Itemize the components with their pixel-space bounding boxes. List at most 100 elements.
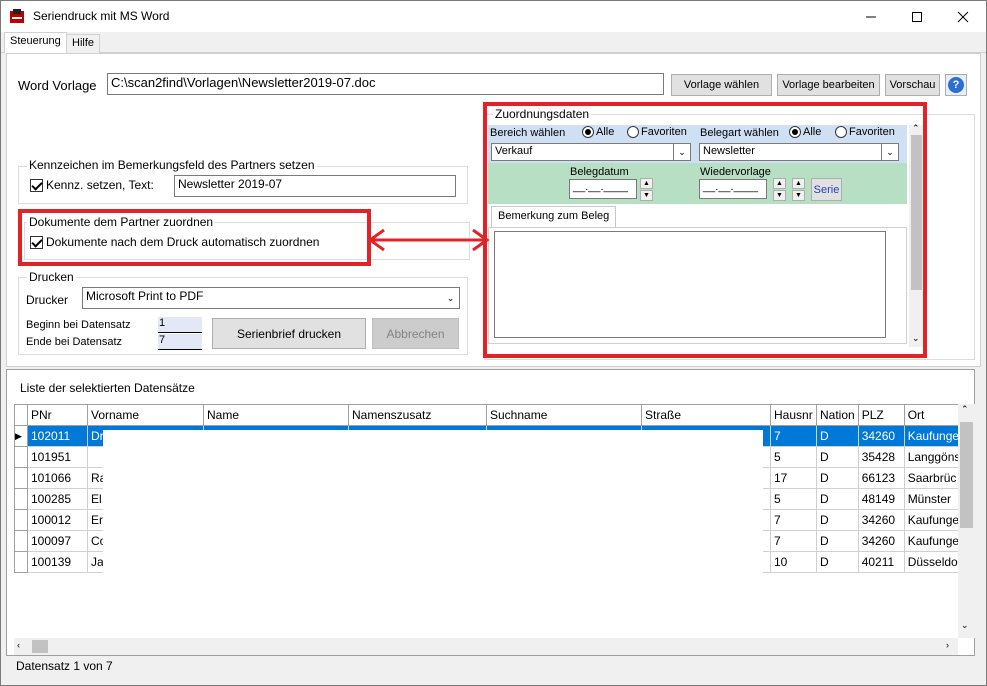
cell-hausnr: 7 <box>770 509 817 531</box>
col-ort[interactable]: Ort <box>903 404 965 426</box>
chevron-down-icon[interactable]: ⌄ <box>961 620 969 631</box>
cell-hausnr: 7 <box>770 530 817 552</box>
drucker-label: Drucker <box>26 293 69 307</box>
col-name[interactable]: Name <box>203 404 349 426</box>
kennzeichen-checkbox-label: Kennz. setzen, Text: <box>46 178 154 192</box>
main-window: Seriendruck mit MS Word Steuerung Hilfe … <box>0 0 987 686</box>
drucken-group-label: Drucken <box>27 270 76 284</box>
row-header <box>14 530 28 552</box>
chevron-right-icon[interactable]: › <box>946 640 949 650</box>
cell-plz: 48149 <box>857 488 905 510</box>
cell-nation: D <box>816 551 859 573</box>
control-panel: Word Vorlage C:\scan2find\Vorlagen\Newsl… <box>6 53 981 367</box>
maximize-button[interactable] <box>894 1 940 32</box>
row-header <box>14 467 28 489</box>
ende-input[interactable]: 7 <box>158 334 202 350</box>
tab-strip: Steuerung Hilfe <box>1 32 986 53</box>
cell-nation: D <box>816 509 859 531</box>
drucker-select[interactable]: Microsoft Print to PDF ⌄ <box>82 287 460 309</box>
liste-title: Liste der selektierten Datensätze <box>20 381 195 395</box>
row-header <box>14 551 28 573</box>
maximize-icon <box>912 11 922 22</box>
grid-vscrollbar[interactable]: ⌃ ⌄ <box>958 404 975 638</box>
cell-pnr: 100139 <box>27 551 88 573</box>
double-arrow-icon <box>367 228 490 252</box>
col-pnr[interactable]: PNr <box>27 404 88 426</box>
kennzeichen-group-label: Kennzeichen im Bemerkungsfeld des Partne… <box>27 158 317 172</box>
tab-hilfe[interactable]: Hilfe <box>66 34 101 53</box>
chevron-left-icon[interactable]: ‹ <box>17 640 20 650</box>
kennzeichen-text-input[interactable]: Newsletter 2019-07 <box>174 175 456 197</box>
chevron-down-icon: ⌄ <box>446 292 455 303</box>
cell-pnr: 100097 <box>27 530 88 552</box>
kennzeichen-check-icon <box>30 178 43 192</box>
abbrechen-button[interactable]: Abbrechen <box>372 318 459 349</box>
grid-hscrollbar[interactable]: ‹ › <box>14 638 958 655</box>
cell-ort: Saarbrüc <box>903 467 965 489</box>
col-suchname[interactable]: Suchname <box>486 404 642 426</box>
cell-plz: 34260 <box>857 509 905 531</box>
cell-plz: 35428 <box>857 446 905 468</box>
cell-hausnr: 5 <box>770 446 817 468</box>
cell-ort: Düsseldo <box>903 551 965 573</box>
kennzeichen-checkbox[interactable]: Kennz. setzen, Text: <box>30 178 154 192</box>
col-vorname[interactable]: Vorname <box>87 404 204 426</box>
vorschau-button[interactable]: Vorschau <box>885 74 940 96</box>
row-header <box>14 488 28 510</box>
cell-plz: 40211 <box>857 551 905 573</box>
app-icon <box>10 9 24 23</box>
beginn-label: Beginn bei Datensatz <box>26 319 131 331</box>
cell-hausnr: 7 <box>770 425 817 447</box>
close-icon <box>957 11 969 22</box>
cell-plz: 34260 <box>857 425 905 447</box>
cell-nation: D <box>816 530 859 552</box>
current-row-icon: ▶ <box>14 425 28 447</box>
vorlage-label: Word Vorlage <box>18 78 97 93</box>
cell-plz: 66123 <box>857 467 905 489</box>
row-header-corner <box>14 404 28 426</box>
cell-ort: Münster <box>903 488 965 510</box>
cell-nation: D <box>816 425 859 447</box>
cell-pnr: 100285 <box>27 488 88 510</box>
vorlage-bearbeiten-button[interactable]: Vorlage bearbeiten <box>777 74 880 96</box>
cell-nation: D <box>816 467 859 489</box>
cell-hausnr: 5 <box>770 488 817 510</box>
cell-ort: Kaufunge <box>903 509 965 531</box>
window-title: Seriendruck mit MS Word <box>33 9 170 23</box>
col-nation[interactable]: Nation <box>816 404 859 426</box>
tab-steuerung[interactable]: Steuerung <box>4 32 67 53</box>
cell-ort: Langgöns <box>903 446 965 468</box>
close-button[interactable] <box>940 1 986 32</box>
help-icon: ? <box>948 77 964 93</box>
cell-pnr: 101066 <box>27 467 88 489</box>
title-bar: Seriendruck mit MS Word <box>1 1 986 32</box>
cell-plz: 34260 <box>857 530 905 552</box>
redaction-block <box>103 430 763 575</box>
ende-label: Ende bei Datensatz <box>26 336 123 348</box>
beginn-input[interactable]: 1 <box>158 317 202 333</box>
col-hausnr[interactable]: Hausnr <box>770 404 817 426</box>
col-strasse[interactable]: Straße <box>641 404 771 426</box>
col-namenszusatz[interactable]: Namenszusatz <box>348 404 487 426</box>
chevron-up-icon[interactable]: ⌃ <box>961 404 969 415</box>
grid-hscroll-thumb[interactable] <box>32 640 48 653</box>
cell-pnr: 100012 <box>27 509 88 531</box>
row-header <box>14 509 28 531</box>
vorlage-path-input[interactable]: C:\scan2find\Vorlagen\Newsletter2019-07.… <box>107 73 664 95</box>
serienbrief-drucken-button[interactable]: Serienbrief drucken <box>212 318 366 349</box>
help-button[interactable]: ? <box>945 74 967 96</box>
minimize-button[interactable] <box>848 1 894 32</box>
status-text: Datensatz 1 von 7 <box>16 659 113 673</box>
col-plz[interactable]: PLZ <box>857 404 905 426</box>
cell-ort: Kaufunge <box>903 530 965 552</box>
cell-nation: D <box>816 488 859 510</box>
cell-pnr: 102011 <box>27 425 88 447</box>
cell-nation: D <box>816 446 859 468</box>
table-header-row: PNr Vorname Name Namenszusatz Suchname S… <box>14 404 965 426</box>
cell-ort: Kaufunge <box>903 425 965 447</box>
datensatz-liste: Liste der selektierten Datensätze PNr Vo… <box>6 369 975 656</box>
highlight-box-dokumente <box>18 209 371 266</box>
vorlage-waehlen-button[interactable]: Vorlage wählen <box>671 74 772 96</box>
minimize-icon <box>866 16 876 17</box>
grid-vscroll-thumb[interactable] <box>960 422 973 528</box>
